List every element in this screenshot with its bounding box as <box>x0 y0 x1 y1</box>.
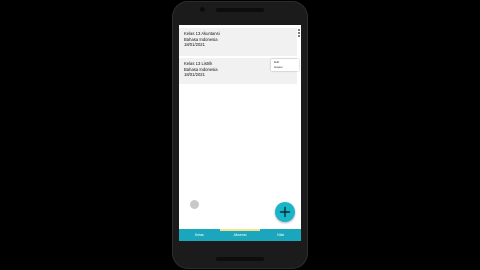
plus-icon <box>279 206 291 218</box>
class-date: 18/01/2021 <box>184 42 205 48</box>
bottom-navigation: Kelas Absensi Nilai <box>179 229 301 241</box>
floating-circle-button[interactable] <box>190 200 199 209</box>
top-speaker <box>216 8 264 12</box>
overflow-menu-icon[interactable] <box>298 29 300 37</box>
card-popup-menu: Edit Hapus <box>271 59 299 71</box>
nav-item-absensi[interactable]: Absensi <box>219 229 261 241</box>
popup-item-delete[interactable]: Hapus <box>274 65 296 70</box>
app-screen: Kelas 13 Akuntansi Bahasa Indonesia 18/0… <box>179 25 301 241</box>
class-date: 18/01/2021 <box>184 72 205 78</box>
bottom-speaker <box>216 257 264 261</box>
add-class-fab[interactable] <box>275 202 295 222</box>
class-card[interactable]: Kelas 13 Akuntansi Bahasa Indonesia 18/0… <box>179 28 297 56</box>
phone-frame: Kelas 13 Akuntansi Bahasa Indonesia 18/0… <box>172 1 308 269</box>
nav-item-kelas[interactable]: Kelas <box>179 229 220 241</box>
front-camera <box>200 7 205 12</box>
nav-item-nilai[interactable]: Nilai <box>260 229 301 241</box>
